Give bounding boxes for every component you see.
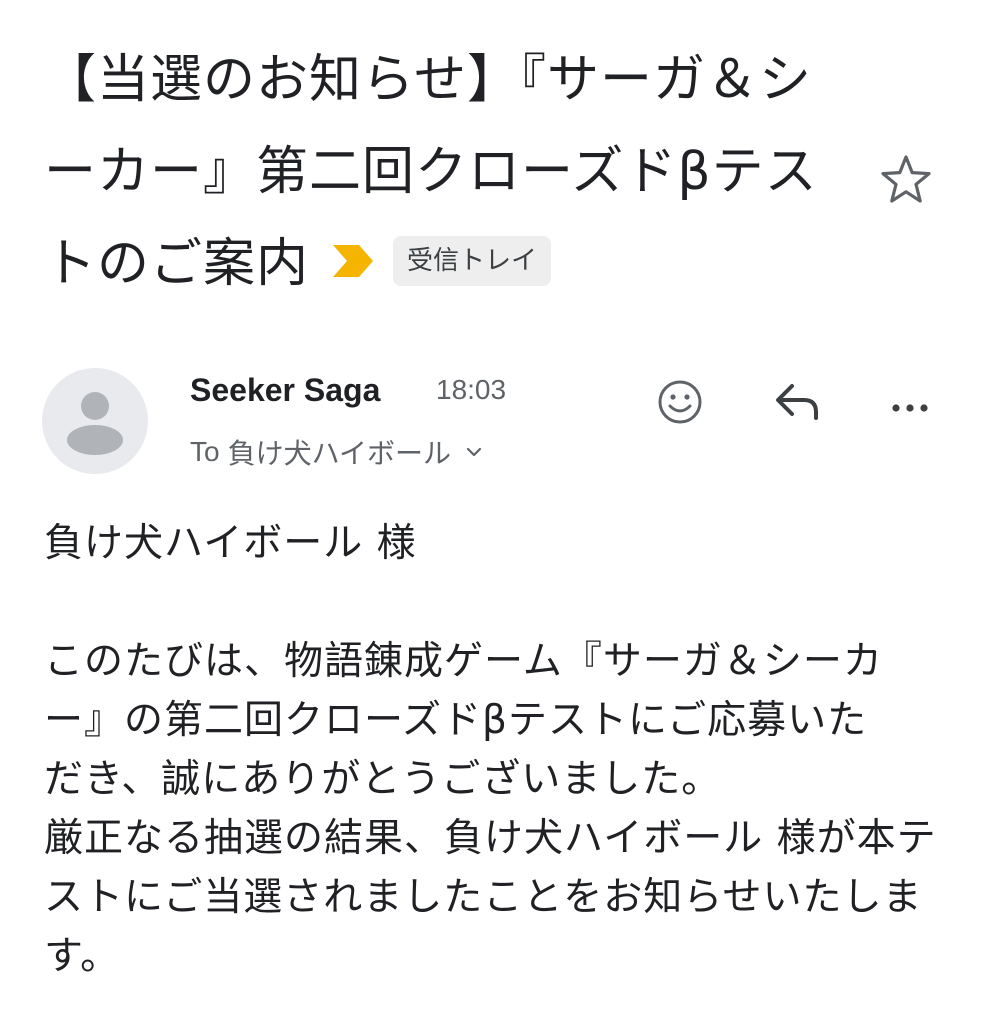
recipient-name: 負け犬ハイボール (227, 437, 452, 470)
more-options-button[interactable] (880, 372, 940, 432)
subject-header: 【当選のお知らせ】『サーガ＆シーカー』第二回クローズドβテストのご案内 受信トレイ (44, 34, 844, 310)
to-label: To (190, 436, 220, 467)
greeting-line: 負け犬ハイボール 様 (44, 521, 417, 566)
importance-marker-icon[interactable] (331, 243, 375, 279)
avatar-person-icon (67, 392, 123, 455)
body-paragraph-2: 厳正なる抽選の結果、負け犬ハイボール 様が本テストにご当選されましたことをお知ら… (44, 816, 937, 979)
smiley-icon (658, 380, 702, 424)
more-icon (892, 404, 928, 412)
inbox-label-chip[interactable]: 受信トレイ (393, 236, 552, 286)
reply-icon (776, 384, 818, 420)
recipient-details-toggle[interactable]: To 負け犬ハイボール (190, 432, 483, 472)
chevron-down-icon (466, 447, 482, 457)
sender-row: Seeker Saga 18:03 To 負け犬ハイボール (42, 368, 942, 478)
email-subject: 【当選のお知らせ】『サーガ＆シーカー』第二回クローズドβテストのご案内 受信トレイ (44, 34, 844, 310)
add-reaction-button[interactable] (650, 372, 710, 432)
subject-tags: 受信トレイ (331, 236, 552, 286)
sender-name[interactable]: Seeker Saga (190, 372, 380, 409)
email-body: 負け犬ハイボール 様 このたびは、物語錬成ゲーム『サーガ＆シーカー』の第二回クロ… (44, 514, 944, 986)
body-paragraph-1: このたびは、物語錬成ゲーム『サーガ＆シーカー』の第二回クローズドβテストにご応募… (44, 639, 883, 802)
sent-time: 18:03 (436, 374, 507, 405)
avatar[interactable] (42, 368, 148, 474)
star-icon[interactable] (878, 152, 934, 208)
reply-button[interactable] (768, 372, 828, 432)
